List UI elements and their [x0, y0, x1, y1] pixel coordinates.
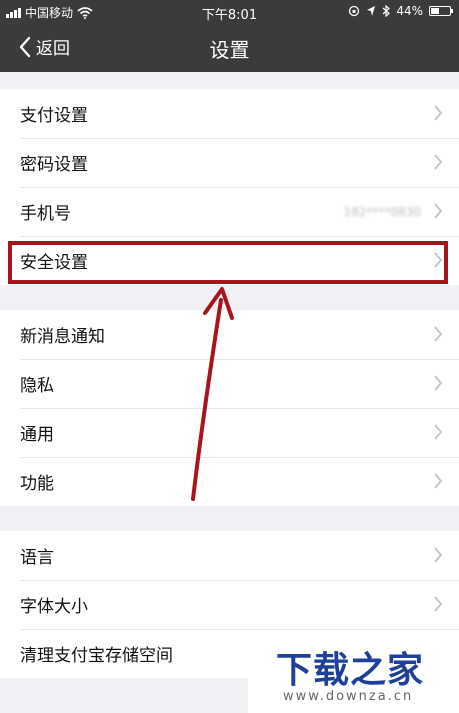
settings-item-phone[interactable]: 手机号 182****0830	[0, 187, 459, 236]
watermark-url: www.downza.cn	[283, 689, 414, 704]
battery-icon	[429, 6, 453, 16]
back-label: 返回	[36, 39, 70, 59]
bluetooth-icon	[382, 5, 391, 17]
orientation-lock-icon	[349, 5, 360, 17]
settings-item-security[interactable]: 安全设置	[0, 236, 459, 285]
settings-item-general[interactable]: 通用	[0, 408, 459, 457]
settings-item-label: 安全设置	[20, 253, 88, 273]
chevron-right-icon	[434, 203, 443, 219]
settings-group-account: 支付设置 密码设置 手机号 182****0830 安全设置	[0, 89, 459, 285]
location-icon	[367, 6, 376, 16]
status-right: 44%	[348, 4, 453, 18]
settings-item-payment[interactable]: 支付设置	[0, 89, 459, 138]
phone-number-value: 182****0830	[343, 204, 421, 219]
settings-item-label: 清理支付宝存储空间	[20, 646, 173, 666]
chevron-right-icon	[434, 105, 443, 121]
settings-item-label: 支付设置	[20, 106, 88, 126]
chevron-left-icon	[19, 36, 31, 57]
settings-item-label: 语言	[20, 548, 54, 568]
status-bar: 中国移动 下午8:01 44%	[0, 0, 459, 24]
settings-item-label: 字体大小	[20, 597, 88, 617]
chevron-right-icon	[434, 375, 443, 391]
settings-item-label: 手机号	[20, 204, 71, 224]
settings-item-notifications[interactable]: 新消息通知	[0, 310, 459, 359]
chevron-right-icon	[434, 473, 443, 489]
watermark-logo: 下载之家	[276, 650, 425, 691]
settings-item-label: 通用	[20, 425, 54, 445]
settings-item-label: 隐私	[20, 376, 54, 396]
settings-item-privacy[interactable]: 隐私	[0, 359, 459, 408]
settings-item-features[interactable]: 功能	[0, 457, 459, 506]
chevron-right-icon	[434, 547, 443, 563]
settings-group-general: 新消息通知 隐私 通用 功能	[0, 310, 459, 506]
chevron-right-icon	[434, 596, 443, 612]
chevron-right-icon	[434, 252, 443, 268]
settings-item-language[interactable]: 语言	[0, 531, 459, 580]
back-button[interactable]: 返回	[18, 34, 70, 59]
settings-item-password[interactable]: 密码设置	[0, 138, 459, 187]
chevron-right-icon	[434, 326, 443, 342]
settings-item-label: 新消息通知	[20, 327, 105, 347]
battery-percent: 44%	[396, 4, 423, 18]
settings-item-font-size[interactable]: 字体大小	[0, 580, 459, 629]
settings-item-label: 功能	[20, 474, 54, 494]
settings-item-label: 密码设置	[20, 155, 88, 175]
chevron-right-icon	[434, 154, 443, 170]
nav-bar: 返回 设置	[0, 24, 459, 72]
battery-fill	[431, 8, 439, 14]
chevron-right-icon	[434, 424, 443, 440]
